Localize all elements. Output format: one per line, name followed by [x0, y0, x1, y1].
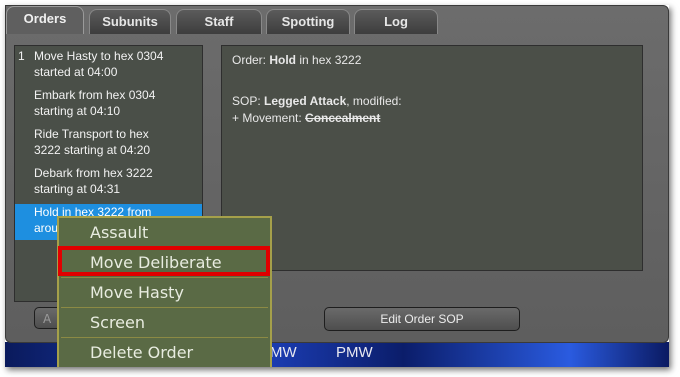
movement-label: + Movement: — [232, 111, 306, 125]
sop-name: Legged Attack — [264, 94, 347, 108]
tab-spotting[interactable]: Spotting — [266, 9, 350, 34]
order-summary: Order: Hold in hex 3222 — [232, 53, 361, 67]
order-text: Move Hasty to hex 0304 started at 04:00 — [34, 48, 199, 80]
menu-item-screen[interactable]: Screen — [59, 308, 270, 337]
menu-item-move-hasty[interactable]: Move Hasty — [59, 278, 270, 307]
order-location: in hex 3222 — [296, 53, 362, 67]
order-text: Ride Transport to hex 3222 starting at 0… — [34, 126, 199, 158]
menu-item-label: Delete Order — [90, 343, 194, 362]
app-window: MW PMW Orders Subunits Staff Spotting Lo… — [5, 5, 669, 367]
menu-item-assault[interactable]: Assault — [59, 218, 270, 247]
highlight-box — [58, 246, 270, 276]
taskbar-item-pmw[interactable]: PMW — [336, 344, 373, 361]
taskbar-item-mw[interactable]: MW — [270, 344, 297, 361]
menu-item-delete-order[interactable]: Delete Order — [59, 338, 270, 367]
order-item-3[interactable]: Ride Transport to hex 3222 starting at 0… — [15, 126, 202, 160]
order-line2: started at 04:00 — [34, 65, 118, 79]
edit-order-sop-button[interactable]: Edit Order SOP — [324, 307, 520, 331]
movement-value: Concealment — [305, 111, 381, 125]
order-line1: Move Hasty to hex 0304 — [34, 49, 164, 63]
order-line2: starting at 04:31 — [34, 182, 121, 196]
tab-log[interactable]: Log — [354, 9, 438, 34]
movement-modifier: + Movement: Concealment — [232, 111, 380, 125]
order-item-1[interactable]: 1 Move Hasty to hex 0304 started at 04:0… — [15, 48, 202, 82]
sop-summary: SOP: Legged Attack, modified: — [232, 94, 402, 108]
order-label: Order: — [232, 53, 270, 67]
order-line2: 3222 starting at 04:20 — [34, 143, 151, 157]
order-line1: Ride Transport to hex — [34, 127, 149, 141]
tab-staff[interactable]: Staff — [176, 9, 262, 34]
menu-item-label: Screen — [90, 313, 146, 332]
order-line2: starting at 04:10 — [34, 104, 121, 118]
order-line1: Debark from hex 3222 — [34, 166, 153, 180]
order-number: 1 — [18, 49, 25, 63]
order-text: Debark from hex 3222 starting at 04:31 — [34, 165, 199, 197]
tab-subunits[interactable]: Subunits — [89, 9, 171, 34]
tab-orders[interactable]: Orders — [6, 6, 84, 34]
order-text: Embark from hex 0304 starting at 04:10 — [34, 87, 199, 119]
order-line2: arou — [34, 221, 59, 235]
sop-label: SOP: — [232, 94, 265, 108]
order-item-2[interactable]: Embark from hex 0304 starting at 04:10 — [15, 87, 202, 121]
menu-item-label: Move Hasty — [90, 283, 184, 302]
menu-item-label: Assault — [90, 223, 149, 242]
order-detail-panel: Order: Hold in hex 3222 SOP: Legged Atta… — [221, 45, 643, 271]
order-line1: Embark from hex 0304 — [34, 88, 156, 102]
context-menu: Assault Move Deliberate Move Hasty Scree… — [57, 216, 272, 367]
order-name: Hold — [269, 53, 297, 67]
order-item-4[interactable]: Debark from hex 3222 starting at 04:31 — [15, 165, 202, 199]
sop-modified: , modified: — [346, 94, 402, 108]
